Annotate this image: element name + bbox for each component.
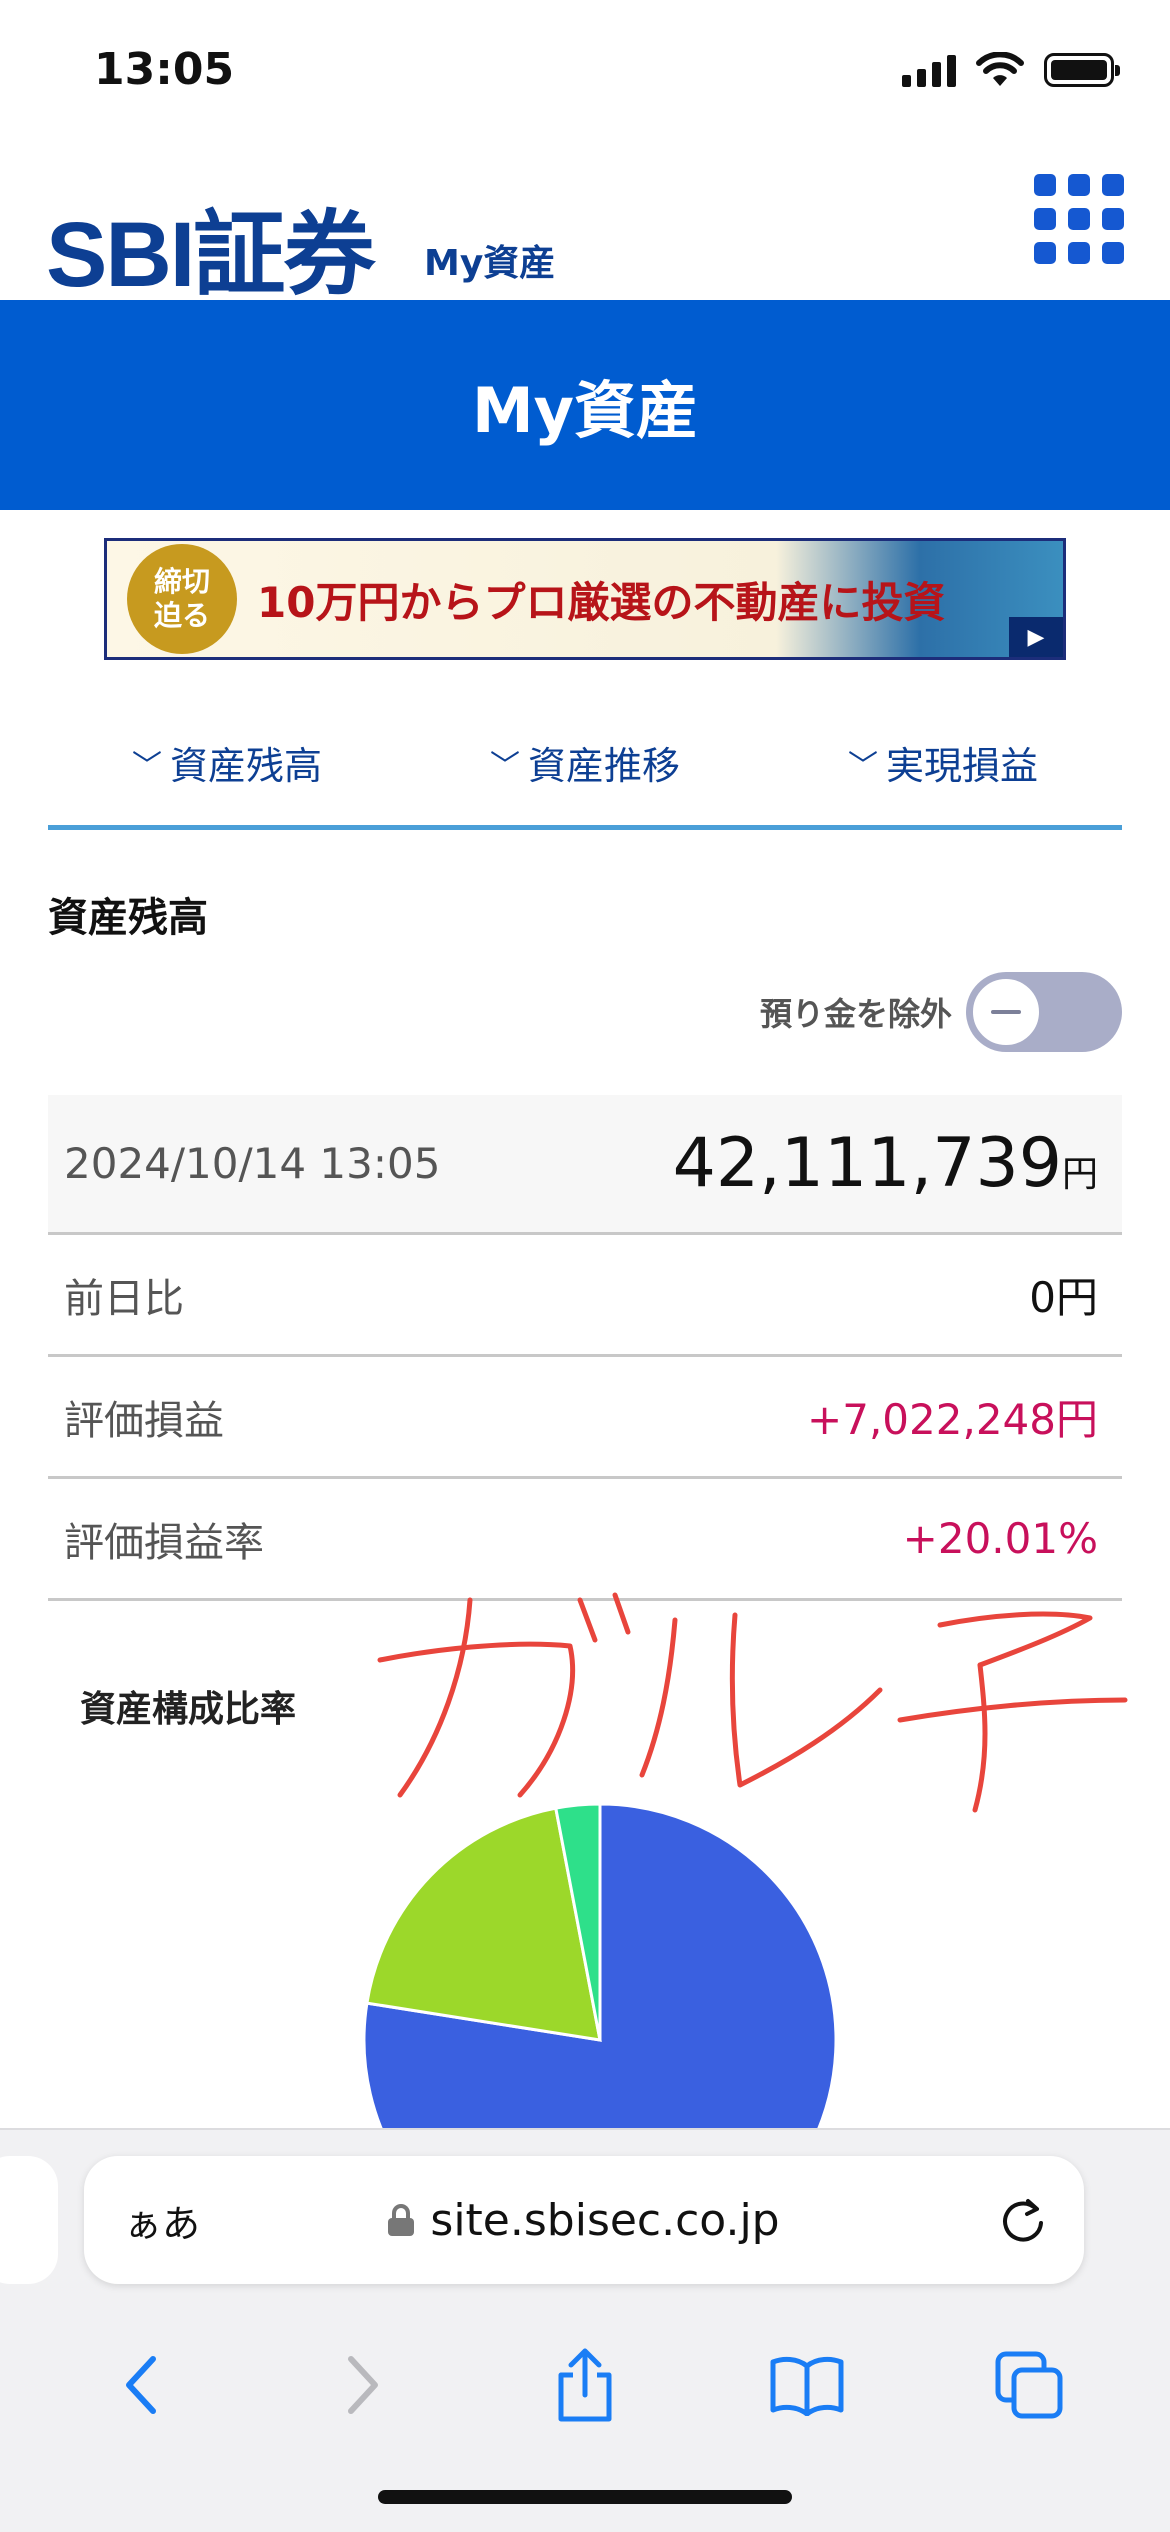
chevron-left-icon (126, 2356, 156, 2414)
handwritten-scribble (377, 1592, 1128, 1813)
page-title-bar: My資産 (0, 300, 1170, 510)
section-title: 資産残高 (48, 895, 208, 941)
balance-datetime: 2024/10/14 13:05 (64, 1139, 441, 1188)
share-button[interactable] (545, 2345, 625, 2425)
browser-bottom-bar: ぁあ site.sbisec.co.jp (0, 2128, 1170, 2532)
anchor-history[interactable]: ﹀ 資産推移 (490, 735, 680, 790)
row-value: +7,022,248円 (807, 1395, 1098, 1444)
url-text: site.sbisec.co.jp (430, 2194, 780, 2246)
back-button[interactable] (101, 2345, 181, 2425)
row-value: +20.01% (902, 1514, 1098, 1563)
share-icon (558, 2348, 612, 2422)
row-label: 評価損益 (64, 1397, 224, 1444)
reload-icon[interactable] (998, 2195, 1048, 2245)
row-label: 評価損益率 (64, 1519, 264, 1566)
tabs-button[interactable] (989, 2345, 1069, 2425)
page-title: My資産 (471, 374, 699, 447)
status-time: 13:05 (94, 44, 235, 95)
anchor-realized[interactable]: ﹀ 実現損益 (848, 735, 1038, 790)
battery-icon (1044, 53, 1120, 87)
chevron-down-icon: ﹀ (847, 748, 878, 784)
banner-text: 10万円からプロ厳選の不動産に投資 (257, 577, 946, 627)
url-display[interactable]: site.sbisec.co.jp (84, 2195, 1084, 2246)
cellular-signal-icon (902, 53, 956, 87)
site-header: SBI証券 My資産 (0, 150, 1170, 306)
chevron-down-icon: ﹀ (489, 748, 520, 784)
toggle-label: 預り金を除外 (759, 995, 952, 1033)
wifi-icon (976, 52, 1024, 86)
promo-banner[interactable]: 締切 迫る 10万円からプロ厳選の不動産に投資 ▶ (104, 538, 1066, 660)
status-icons (902, 52, 1120, 88)
status-bar: 13:05 (0, 0, 1170, 150)
lock-icon (388, 2204, 415, 2236)
home-indicator (378, 2490, 792, 2504)
sbi-logo[interactable]: SBI証券 (46, 180, 375, 313)
bookmarks-button[interactable] (767, 2345, 847, 2425)
chevron-right-icon (348, 2356, 378, 2414)
exclude-deposit-toggle-row: 預り金を除外 (760, 972, 1122, 1052)
browser-toolbar (0, 2320, 1170, 2450)
anchor-label: 実現損益 (885, 744, 1038, 788)
play-icon: ▶ (1009, 617, 1063, 657)
anchor-label: 資産残高 (169, 744, 322, 788)
address-bar[interactable]: ぁあ site.sbisec.co.jp (84, 2156, 1084, 2284)
row-value: 0円 (1029, 1273, 1098, 1322)
anchor-label: 資産推移 (527, 744, 680, 788)
total-amount: 42,111,739円 (672, 1124, 1098, 1203)
table-row: 評価損益 +7,022,248円 (48, 1357, 1122, 1479)
tabs-icon (995, 2351, 1063, 2419)
table-row: 前日比 0円 (48, 1235, 1122, 1357)
book-icon (770, 2356, 844, 2416)
banner-badge: 締切 迫る (127, 544, 237, 654)
forward-button[interactable] (323, 2345, 403, 2425)
total-row: 2024/10/14 13:05 42,111,739円 (48, 1095, 1122, 1235)
exclude-deposit-toggle[interactable] (966, 972, 1122, 1052)
anchor-nav: ﹀ 資産残高 ﹀ 資産推移 ﹀ 実現損益 (48, 700, 1122, 830)
row-label: 前日比 (64, 1275, 184, 1322)
composition-title: 資産構成比率 (80, 1689, 297, 1730)
grid-menu-icon[interactable] (1034, 174, 1124, 264)
chevron-down-icon: ﹀ (131, 748, 162, 784)
balance-summary: 2024/10/14 13:05 42,111,739円 前日比 0円 評価損益… (48, 1095, 1122, 1601)
previous-tab-peek[interactable] (0, 2156, 58, 2284)
anchor-balance[interactable]: ﹀ 資産残高 (132, 735, 322, 790)
logo-subtitle: My資産 (424, 243, 556, 284)
toggle-knob (970, 976, 1042, 1048)
